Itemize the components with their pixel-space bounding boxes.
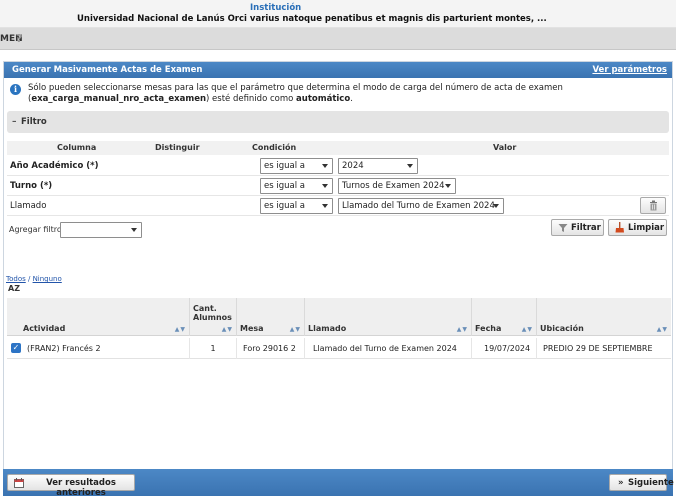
filtro-toggle[interactable]: – Filtro [7, 111, 669, 133]
header-distinguir: Distinguir [155, 143, 200, 152]
col-mesa[interactable]: Mesa ▲▼ [237, 298, 305, 336]
header-condicion: Condición [252, 143, 297, 152]
question-icon[interactable]: ? [16, 32, 27, 45]
grid-header: Actividad ▲▼ Cant. Alumnos ▲▼ Mesa ▲▼ Ll… [7, 298, 671, 336]
cell-mesa: Foro 29016 2 [237, 338, 305, 359]
col-cant-alumnos-label: Cant. Alumnos [193, 304, 232, 322]
cell-ubicacion: PREDIO 29 DE SEPTIEMBRE [543, 344, 653, 353]
header-columna: Columna [57, 143, 97, 152]
col-actividad[interactable]: Actividad ▲▼ [7, 298, 190, 336]
col-ubicacion[interactable]: Ubicación ▲▼ [537, 298, 671, 336]
panel-header: Generar Masivamente Actas de Examen Ver … [4, 62, 672, 78]
filter-label-anio: Año Académico (*) [10, 161, 99, 171]
header-valor: Valor [493, 143, 517, 152]
todos-link[interactable]: Todos [6, 275, 26, 283]
filtrar-button[interactable]: Filtrar [551, 219, 604, 236]
col-llamado-label: Llamado [308, 324, 347, 333]
chevron-down-icon [322, 184, 328, 188]
limpiar-label: Limpiar [628, 223, 665, 233]
trash-icon [649, 200, 657, 211]
col-fecha[interactable]: Fecha ▲▼ [472, 298, 537, 336]
title-bar: MEN ? [0, 28, 676, 50]
calendar-icon [14, 478, 24, 488]
row-checkbox[interactable]: ✓ [11, 343, 21, 353]
cell-cant-alumnos: 1 [190, 338, 237, 359]
condicion-value: es igual a [264, 181, 305, 191]
condicion-value: es igual a [264, 201, 305, 211]
info-param: exa_carga_manual_nro_acta_examen [31, 94, 207, 104]
valor-value: Llamado del Turno de Examen 2024 [342, 201, 495, 211]
chevron-down-icon [493, 204, 499, 208]
footer-bar: Ver resultados anteriores » Siguiente [3, 469, 674, 498]
filter-row-turno: Turno (*) es igual a Turnos de Examen 20… [7, 176, 669, 196]
sort-icon[interactable]: ▲▼ [522, 326, 533, 333]
chevron-down-icon [322, 164, 328, 168]
table-row[interactable]: ✓ (FRAN2) Francés 2 1 Foro 29016 2 Llama… [7, 338, 671, 359]
valor-value: 2024 [342, 161, 364, 171]
main-panel: Generar Masivamente Actas de Examen Ver … [3, 61, 673, 471]
cell-actividad: ✓ (FRAN2) Francés 2 [7, 338, 190, 359]
chevron-right-icon: » [618, 478, 624, 488]
valor-select-anio[interactable]: 2024 [338, 158, 418, 174]
ver-resultados-label: Ver resultados anteriores [46, 478, 116, 498]
sort-az-icon[interactable]: AZ [8, 284, 20, 293]
filter-row-llamado: Llamado es igual a Llamado del Turno de … [7, 196, 669, 216]
ver-resultados-button[interactable]: Ver resultados anteriores [7, 474, 135, 498]
selection-separator: / [25, 275, 33, 283]
sort-icon[interactable]: ▲▼ [222, 326, 233, 333]
col-cant-alumnos[interactable]: Cant. Alumnos ▲▼ [190, 298, 237, 336]
chevron-down-icon [131, 228, 137, 232]
info-text-mid: ) esté definido como [206, 94, 297, 104]
agregar-filtro-select[interactable] [60, 222, 142, 238]
condicion-value: es igual a [264, 161, 305, 171]
filter-header: Columna Distinguir Condición Valor [7, 141, 669, 155]
valor-select-llamado[interactable]: Llamado del Turno de Examen 2024 [338, 198, 504, 214]
valor-value: Turnos de Examen 2024 [342, 181, 445, 191]
institucion-name: Universidad Nacional de Lanús Orci variu… [77, 14, 547, 24]
sort-icon[interactable]: ▲▼ [175, 326, 186, 333]
condicion-select-anio[interactable]: es igual a [260, 158, 333, 174]
top-bar: Institución Universidad Nacional de Lanú… [0, 0, 676, 28]
filtro-label: Filtro [21, 117, 47, 127]
panel-title: Generar Masivamente Actas de Examen [12, 65, 203, 75]
sort-icon[interactable]: ▲▼ [457, 326, 468, 333]
cell-actividad-text: (FRAN2) Francés 2 [27, 344, 101, 353]
limpiar-button[interactable]: Limpiar [608, 219, 667, 236]
sort-icon[interactable]: ▲▼ [657, 326, 668, 333]
collapse-icon: – [12, 117, 17, 127]
col-mesa-label: Mesa [240, 324, 264, 333]
ver-parametros-link[interactable]: Ver parámetros [592, 65, 667, 75]
sort-icon[interactable]: ▲▼ [290, 326, 301, 333]
info-text-end: . [350, 94, 353, 104]
condicion-select-llamado[interactable]: es igual a [260, 198, 333, 214]
filter-label-turno: Turno (*) [10, 181, 53, 191]
valor-select-turno[interactable]: Turnos de Examen 2024 [338, 178, 456, 194]
selection-links: Todos / Ninguno [6, 275, 62, 283]
siguiente-label: Siguiente [628, 478, 674, 488]
filtrar-label: Filtrar [571, 223, 601, 233]
siguiente-button[interactable]: » Siguiente [609, 474, 674, 491]
filter-label-llamado: Llamado [10, 201, 47, 211]
remove-filter-button[interactable] [640, 197, 666, 214]
agregar-filtro-label: Agregar filtro [9, 225, 62, 234]
info-icon: i [10, 84, 21, 95]
condicion-select-turno[interactable]: es igual a [260, 178, 333, 194]
info-value: automático [296, 94, 351, 104]
col-fecha-label: Fecha [475, 324, 502, 333]
funnel-icon [558, 224, 568, 232]
col-ubicacion-label: Ubicación [540, 324, 584, 333]
col-actividad-label: Actividad [23, 324, 66, 333]
institucion-label: Institución [250, 3, 302, 13]
chevron-down-icon [322, 204, 328, 208]
broom-icon [615, 222, 624, 233]
chevron-down-icon [407, 164, 413, 168]
col-llamado[interactable]: Llamado ▲▼ [305, 298, 472, 336]
cell-llamado: Llamado del Turno de Examen 2024 [305, 338, 472, 359]
chevron-down-icon [445, 184, 451, 188]
info-message: Sólo pueden seleccionarse mesas para las… [28, 83, 668, 105]
ninguno-link[interactable]: Ninguno [33, 275, 62, 283]
filter-row-anio: Año Académico (*) es igual a 2024 [7, 156, 669, 176]
cell-fecha: 19/07/2024 [472, 338, 537, 359]
